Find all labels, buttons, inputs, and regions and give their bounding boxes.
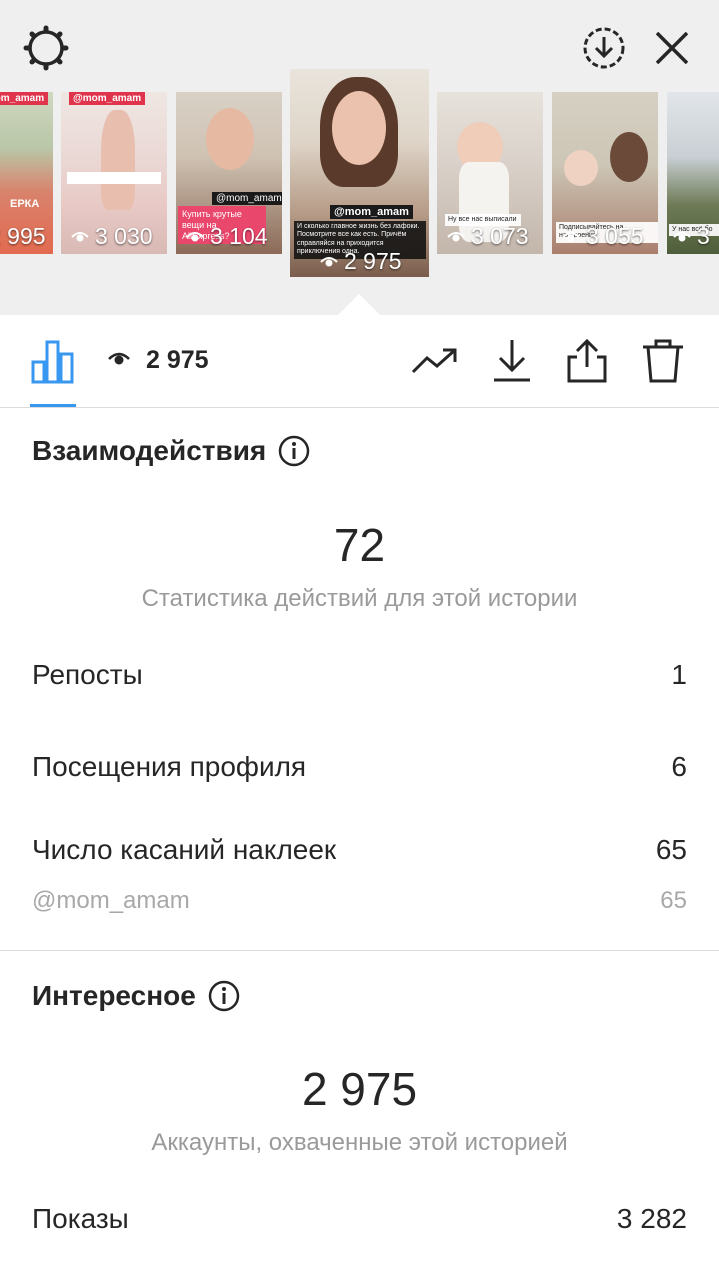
reach-count: 2 975 [146,346,209,374]
mention-tag: @mom_amam [0,92,49,105]
stat-row-impressions: Показы 3 282 [32,1203,687,1235]
promote-button[interactable] [411,335,459,387]
save-button[interactable] [488,335,536,387]
eye-icon [186,231,204,241]
trending-up-icon [411,348,457,374]
share-button[interactable] [563,335,611,387]
interactions-title: Взаимодействия [32,435,267,466]
delete-button[interactable] [639,335,687,387]
download-icon [494,340,530,382]
discovery-total: 2 975 [301,1063,418,1115]
stat-value: 65 [660,887,687,914]
stat-row-reposts: Репосты 1 [32,659,687,691]
stat-label: Число касаний наклеек [32,834,337,865]
share-icon [567,338,607,383]
bar-chart-icon [31,340,74,384]
story-view-count: 2 995 [0,223,46,249]
story-view-count: 3 030 [71,223,153,250]
stats-tab[interactable] [29,335,77,387]
stat-row-mention-taps: @mom_amam 65 [32,887,687,915]
story-thumbnail[interactable]: @mom_amam ЕРКА 2 995 [0,92,53,254]
eye-icon [320,256,338,266]
stat-label: Показы [32,1203,129,1234]
story-thumbnail[interactable]: @mom_amam Купить крутые вещи на AliExpre… [176,92,282,254]
story-thumbnail-strip: @mom_amam ЕРКА 2 995 @mom_amam 3 030 @mo… [0,69,719,279]
stat-value: 3 282 [616,1203,687,1234]
stat-label: Репосты [32,659,143,690]
info-icon[interactable] [208,980,240,1012]
selected-story-pointer [337,294,381,316]
close-icon [655,31,689,65]
trash-icon [643,339,683,383]
stat-label: Посещения профиля [32,751,307,782]
eye-icon [673,231,691,241]
mention-tag: @mom_amam [212,192,282,205]
download-circle-icon [583,27,625,69]
story-view-count: 3 073 [447,223,529,250]
active-tab-indicator [30,404,76,407]
discovery-heading: Интересное [32,980,240,1012]
story-text-overlay: ЕРКА [10,198,40,210]
story-view-count: 2 975 [320,248,402,275]
eye-icon [108,352,130,365]
reach-eye-icon-wrap [108,351,130,372]
eye-icon [447,231,465,241]
stat-value: 6 [671,751,687,782]
story-thumbnail[interactable]: Подписывайтесь на настроение 3 055 [552,92,658,254]
story-view-count: 3 104 [186,223,268,250]
stat-value: 1 [671,659,687,690]
close-button[interactable] [648,24,696,72]
story-thumbnail[interactable]: @mom_amam 3 030 [61,92,167,254]
discovery-subtitle: Аккаунты, охваченные этой историей [151,1129,568,1156]
insights-toolbar: 2 975 [0,315,719,408]
eye-icon [71,231,89,241]
section-divider [0,950,719,951]
download-story-button[interactable] [580,24,628,72]
discovery-title: Интересное [32,980,196,1011]
mention-tag: @mom_amam [330,205,413,219]
story-thumbnail[interactable]: У нас всё бо 3 [667,92,719,254]
story-thumbnail[interactable]: Ну все нас выписали 3 073 [437,92,543,254]
story-view-count: 3 [673,223,710,250]
gear-icon [23,25,69,71]
story-view-count: 3 055 [562,223,644,250]
stat-row-sticker-taps: Число касаний наклеек 65 [32,834,687,866]
stat-value: 65 [655,834,687,865]
story-thumbnail-selected[interactable]: @mom_amam И сколько главное жизнь без ла… [290,69,429,277]
interactions-heading: Взаимодействия [32,435,310,467]
info-icon[interactable] [278,435,310,467]
interactions-total: 72 [333,519,386,571]
settings-button[interactable] [22,24,70,72]
stat-label[interactable]: @mom_amam [32,887,190,915]
mention-tag: @mom_amam [69,92,146,105]
eye-icon [562,231,580,241]
insights-panel: 2 975 Взаимодействия 72 Статистика дейст… [0,315,719,1280]
interactions-subtitle: Статистика действий для этой истории [141,585,578,612]
stat-row-profile-visits: Посещения профиля 6 [32,751,687,783]
story-preview-area: @mom_amam ЕРКА 2 995 @mom_amam 3 030 @mo… [0,0,719,315]
